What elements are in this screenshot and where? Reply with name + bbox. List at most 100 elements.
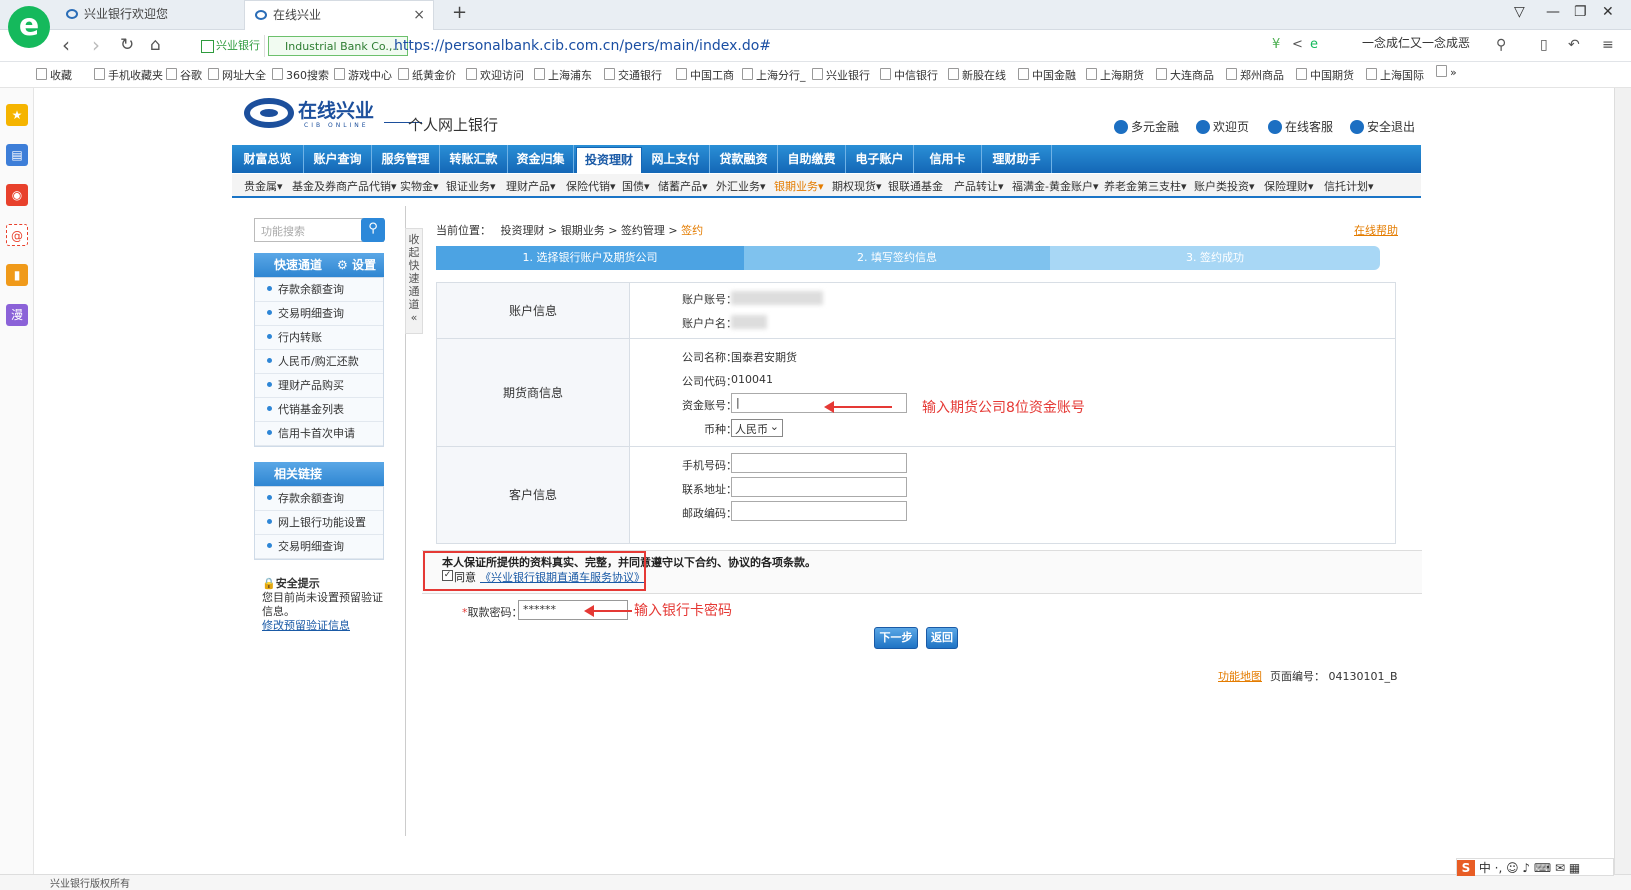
nav-invest[interactable]: 投资理财 xyxy=(576,147,642,173)
bookmark-item[interactable]: 大连商品 xyxy=(1156,67,1214,83)
bookmark-item[interactable]: 纸黄金价 xyxy=(398,67,456,83)
top-link-service[interactable]: 在线客服 xyxy=(1268,118,1333,135)
subnav-item[interactable]: 产品转让▾ xyxy=(954,178,1004,194)
bookmark-item[interactable]: 谷歌 xyxy=(166,67,202,83)
quick-item[interactable]: 行内转账 xyxy=(255,326,383,350)
subnav-item-active[interactable]: 银期业务▾ xyxy=(774,178,824,194)
bookmark-item[interactable]: 中国期货 xyxy=(1296,67,1354,83)
url-field[interactable]: 兴业银行 Industrial Bank Co.,... https://per… xyxy=(198,34,1288,58)
nav-pay[interactable]: 网上支付 xyxy=(642,145,710,173)
address-input[interactable] xyxy=(731,477,907,497)
subnav-item[interactable]: 储蓄产品▾ xyxy=(658,178,708,194)
subnav-item[interactable]: 保险代销▾ xyxy=(566,178,616,194)
bookmark-item[interactable]: 新股在线 xyxy=(948,67,1006,83)
top-link-logout[interactable]: 安全退出 xyxy=(1350,118,1415,135)
ime-toolbar[interactable]: S 中 ·, ☺ ♪ ⌨ ✉ ▦ xyxy=(1456,858,1614,876)
nav-eaccount[interactable]: 电子账户 xyxy=(846,145,914,173)
restore-icon[interactable]: ❐ xyxy=(1574,4,1587,20)
nav-credit[interactable]: 信用卡 xyxy=(914,145,982,173)
quick-item[interactable]: 存款余额查询 xyxy=(255,278,383,302)
nav-assistant[interactable]: 理财助手 xyxy=(982,145,1052,173)
subnav-item[interactable]: 贵金属▾ xyxy=(244,178,283,194)
tab-online-cib[interactable]: 在线兴业 × xyxy=(244,0,434,30)
skin-icon[interactable]: ▽ xyxy=(1514,4,1525,20)
security-tip-link[interactable]: 修改预留验证信息 xyxy=(262,619,386,633)
search-button[interactable]: ⚲ xyxy=(361,218,385,242)
book-icon[interactable]: ▮ xyxy=(6,264,28,286)
phone-input[interactable] xyxy=(731,453,907,473)
related-item[interactable]: 存款余额查询 xyxy=(255,487,383,511)
undo-icon[interactable]: ↶ xyxy=(1568,33,1580,57)
share-icon[interactable]: < xyxy=(1292,33,1303,57)
refresh-icon[interactable]: ↻ xyxy=(120,33,134,57)
subnav-item[interactable]: 福满金-黄金账户▾ xyxy=(1012,178,1099,194)
new-tab-button[interactable]: + xyxy=(452,0,467,30)
subnav-item[interactable]: 银证业务▾ xyxy=(446,178,496,194)
comic-icon[interactable]: 漫 xyxy=(6,304,28,326)
bookmark-item[interactable]: 上海分行_ xyxy=(742,67,806,83)
quick-item[interactable]: 代销基金列表 xyxy=(255,398,383,422)
collapse-quick-access-tab[interactable]: 收起快速通道 « xyxy=(405,228,423,334)
subnav-item[interactable]: 银联通基金 xyxy=(888,178,943,194)
close-window-icon[interactable]: ✕ xyxy=(1602,4,1614,20)
nav-bill[interactable]: 自助缴费 xyxy=(778,145,846,173)
next-button[interactable]: 下一步 xyxy=(874,627,918,649)
bookmark-item[interactable]: 网址大全 xyxy=(208,67,266,83)
bookmark-item[interactable]: 360搜索 xyxy=(272,67,329,83)
bookmark-item[interactable]: 上海浦东 xyxy=(534,67,592,83)
subnav-item[interactable]: 保险理财▾ xyxy=(1264,178,1314,194)
bookmarks-more[interactable]: » xyxy=(1436,65,1457,79)
bookmark-item[interactable]: 收藏 xyxy=(36,67,72,83)
subnav-item[interactable]: 外汇业务▾ xyxy=(716,178,766,194)
hot-search-text[interactable]: 一念成仁又一念成恶 xyxy=(1362,34,1470,51)
subnav-item[interactable]: 基金及券商产品代销▾ xyxy=(292,178,397,194)
search-icon[interactable]: ⚲ xyxy=(1496,33,1506,57)
url-text[interactable]: https://personalbank.cib.com.cn/pers/mai… xyxy=(394,35,771,57)
bookmark-item[interactable]: 郑州商品 xyxy=(1226,67,1284,83)
online-help-link[interactable]: 在线帮助 xyxy=(1354,222,1398,238)
zip-input[interactable] xyxy=(731,501,907,521)
ie-mode-icon[interactable]: e xyxy=(1310,33,1318,57)
nav-wealth[interactable]: 财富总览 xyxy=(232,145,304,173)
bookmark-item[interactable]: 游戏中心 xyxy=(334,67,392,83)
quick-item[interactable]: 理财产品购买 xyxy=(255,374,383,398)
quick-item[interactable]: 信用卡首次申请 xyxy=(255,422,383,446)
quick-item[interactable]: 人民币/购汇还款 xyxy=(255,350,383,374)
nav-transfer[interactable]: 转账汇款 xyxy=(440,145,508,173)
vertical-scrollbar[interactable] xyxy=(1614,88,1631,874)
minimize-icon[interactable]: — xyxy=(1546,4,1560,20)
back-button[interactable]: 返回 xyxy=(926,627,958,649)
bookmark-item[interactable]: 上海期货 xyxy=(1086,67,1144,83)
subnav-item[interactable]: 实物金▾ xyxy=(400,178,439,194)
function-map-link[interactable]: 功能地图 xyxy=(1218,668,1262,684)
related-item[interactable]: 网上银行功能设置 xyxy=(255,511,383,535)
forward-icon[interactable]: › xyxy=(92,33,100,57)
nav-account[interactable]: 账户查询 xyxy=(304,145,372,173)
bookmark-item[interactable]: 中信银行 xyxy=(880,67,938,83)
browser-logo-icon[interactable]: e xyxy=(8,6,50,48)
back-icon[interactable]: ‹ xyxy=(62,33,70,57)
nav-funds[interactable]: 资金归集 xyxy=(508,145,574,173)
bookmark-item[interactable]: 交通银行 xyxy=(604,67,662,83)
bookmark-item[interactable]: 兴业银行 xyxy=(812,67,870,83)
top-link-welcome[interactable]: 欢迎页 xyxy=(1196,118,1249,135)
home-icon[interactable]: ⌂ xyxy=(150,33,161,57)
news-icon[interactable]: ▤ xyxy=(6,144,28,166)
menu-icon[interactable]: ≡ xyxy=(1602,33,1614,57)
related-item[interactable]: 交易明细查询 xyxy=(255,535,383,559)
subnav-item[interactable]: 信托计划▾ xyxy=(1324,178,1374,194)
close-tab-icon[interactable]: × xyxy=(413,1,425,29)
bookmark-item[interactable]: 上海国际 xyxy=(1366,67,1424,83)
nav-loan[interactable]: 贷款融资 xyxy=(710,145,778,173)
subnav-item[interactable]: 账户类投资▾ xyxy=(1194,178,1255,194)
settings-link[interactable]: ⚙ 设置 xyxy=(337,253,376,277)
certificate-badge[interactable]: Industrial Bank Co.,... xyxy=(268,36,408,56)
subnav-item[interactable]: 国债▾ xyxy=(622,178,650,194)
bookmark-item[interactable]: 中国金融 xyxy=(1018,67,1076,83)
tab-welcome[interactable]: 兴业银行欢迎您 xyxy=(56,0,244,30)
currency-select[interactable]: 人民币 ⌄ xyxy=(731,419,783,437)
bookmark-item[interactable]: 手机收藏夹 xyxy=(94,67,163,83)
subnav-item[interactable]: 理财产品▾ xyxy=(506,178,556,194)
weibo-icon[interactable]: ◉ xyxy=(6,184,28,206)
fund-account-input[interactable]: | xyxy=(731,393,907,413)
